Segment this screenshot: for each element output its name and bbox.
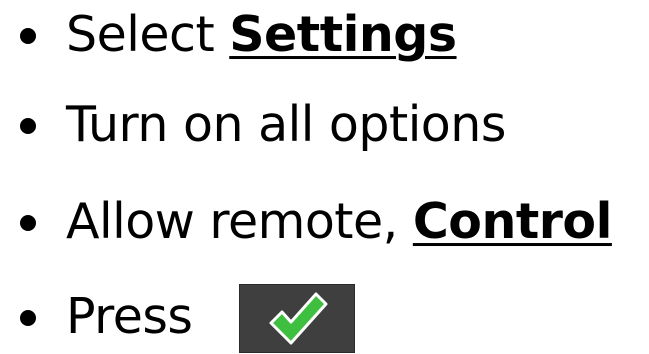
settings-keyword: Settings <box>229 6 457 64</box>
instruction-step-press-confirm: Press <box>0 282 649 354</box>
instruction-step-select-settings: Select Settings <box>0 0 649 72</box>
confirm-checkmark-button[interactable] <box>239 284 355 353</box>
bullet-icon <box>20 215 36 231</box>
bullet-icon <box>20 28 36 44</box>
control-keyword: Control <box>412 193 613 251</box>
instruction-step-turn-on-options: Turn on all options <box>0 90 649 162</box>
instruction-lead-text: Select <box>66 6 230 64</box>
bullet-icon <box>20 310 36 326</box>
instruction-lead-text: Allow remote, <box>66 193 413 251</box>
instruction-step-allow-remote-control: Allow remote, Control <box>0 187 649 259</box>
instruction-text: Turn on all options <box>66 96 506 154</box>
bullet-icon <box>20 118 36 134</box>
checkmark-icon <box>269 292 328 345</box>
instruction-text: Press <box>66 288 193 346</box>
instruction-text: Allow remote, Control <box>66 197 612 246</box>
instruction-text: Select Settings <box>66 10 457 59</box>
instruction-list: Select Settings Turn on all options Allo… <box>0 0 649 353</box>
